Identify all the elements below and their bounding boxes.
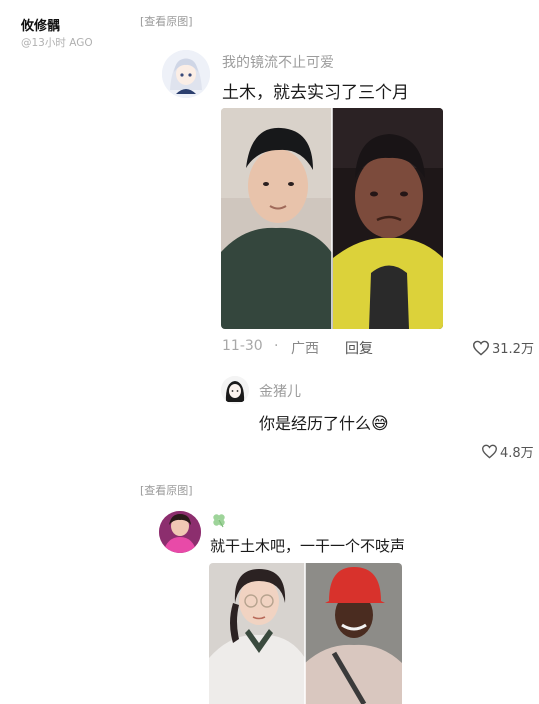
like-button[interactable]: 31.2万: [472, 338, 534, 357]
reply-like-button[interactable]: 4.8万: [481, 442, 534, 461]
commenter-avatar[interactable]: [159, 511, 201, 553]
heart-icon: [472, 340, 490, 356]
sweat-smile-emoji: 😅: [371, 414, 389, 434]
replier-username[interactable]: 金猪儿: [259, 381, 301, 401]
comment-text: 就干土木吧，一干一个不吱声: [210, 537, 406, 555]
cartoon-girl-avatar-icon: [221, 376, 249, 404]
reply-button[interactable]: 回复: [345, 338, 373, 358]
person-avatar-icon: [159, 511, 201, 553]
replier-avatar[interactable]: [221, 376, 249, 404]
clover-icon: [211, 512, 227, 528]
comment-location: 广西: [291, 341, 319, 357]
comment-text: 土木，就去实习了三个月: [222, 83, 409, 103]
before-after-photo-icon: [209, 563, 402, 704]
post-author[interactable]: 攸修髃: [21, 15, 60, 34]
comparison-photo[interactable]: [221, 108, 443, 329]
anime-girl-avatar-icon: [162, 50, 210, 98]
commenter-username[interactable]: 我的镜流不止可爱: [222, 52, 334, 72]
reply-text: 你是经历了什么😅: [259, 410, 389, 434]
view-original-link[interactable]: [查看原图]: [140, 13, 193, 29]
reply-like-count: 4.8万: [500, 446, 534, 461]
heart-icon: [481, 444, 498, 459]
meta-separator: ·: [274, 338, 279, 354]
before-after-photo-icon: [221, 108, 443, 329]
comparison-photo[interactable]: [209, 563, 402, 704]
post-time: @13小时 AGO: [21, 37, 93, 49]
comment-date: 11-30: [222, 338, 263, 354]
commenter-avatar[interactable]: [162, 50, 210, 98]
view-original-link[interactable]: [查看原图]: [140, 482, 193, 498]
reply-text-body: 你是经历了什么: [259, 414, 372, 433]
like-count: 31.2万: [492, 342, 534, 357]
